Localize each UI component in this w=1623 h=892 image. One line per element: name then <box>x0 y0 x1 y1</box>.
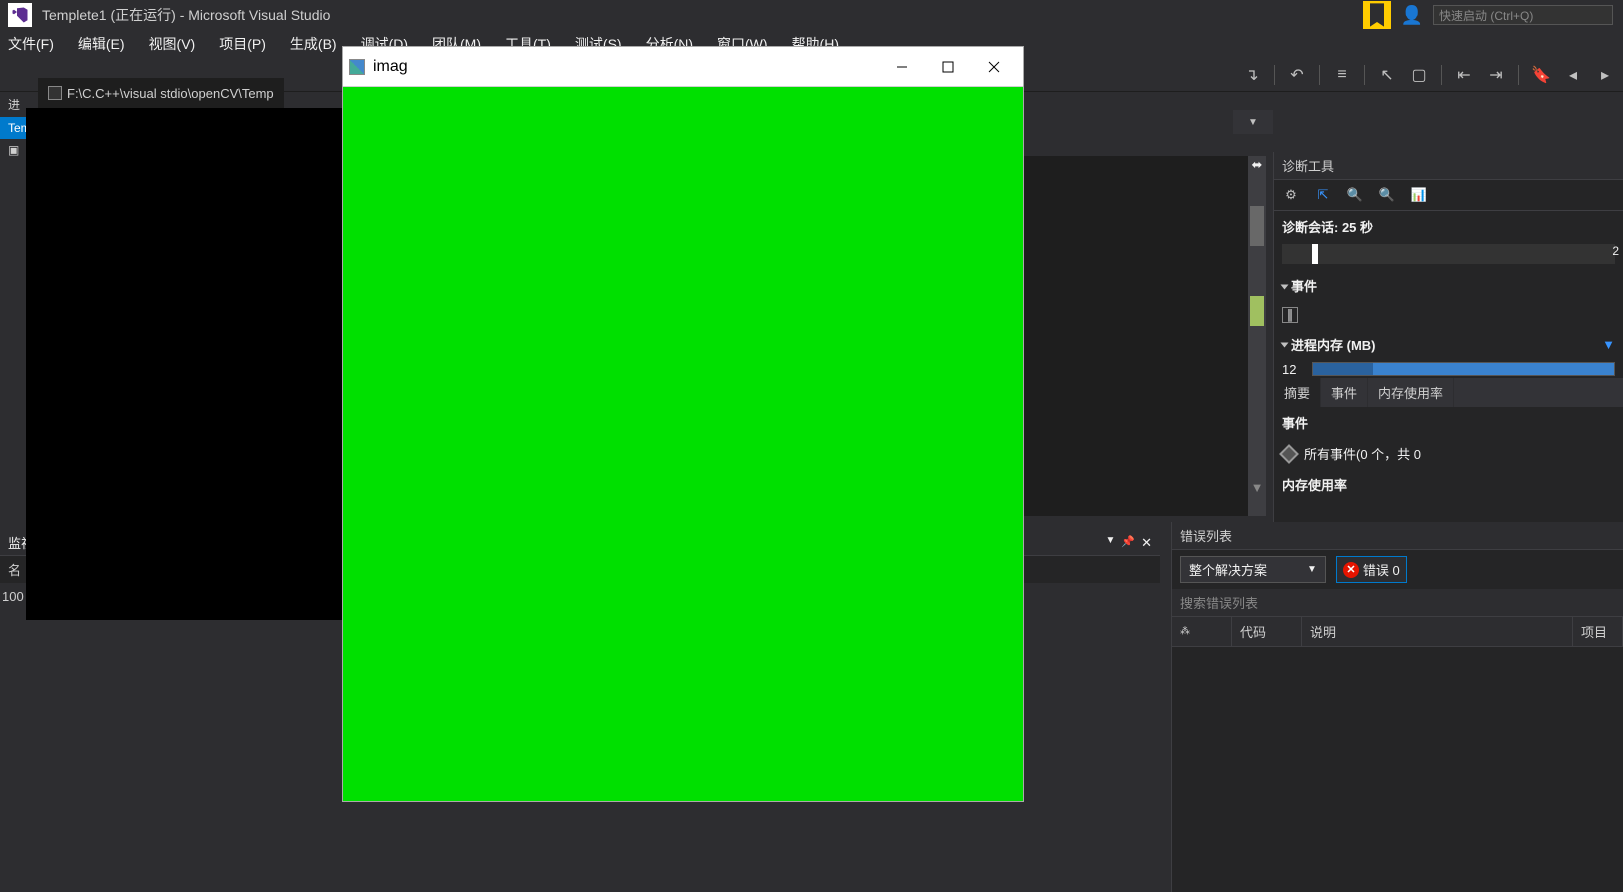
expand-icon <box>1281 342 1289 347</box>
window-title: Templete1 (正在运行) - Microsoft Visual Stud… <box>42 5 330 25</box>
diag-toolbar: ⚙ ⇱ 🔍 🔍 📊 <box>1274 180 1623 211</box>
console-path: F:\C.C++\visual stdio\openCV\Temp <box>67 86 274 101</box>
separator <box>1441 65 1442 85</box>
export-icon[interactable]: ⇱ <box>1314 186 1332 204</box>
cursor-icon[interactable]: ↖ <box>1377 65 1397 85</box>
editor-scrollbar[interactable]: ⬌ ▼ <box>1248 156 1266 516</box>
events-section[interactable]: 事件 <box>1274 270 1623 301</box>
bookmark-next-icon[interactable]: ▸ <box>1595 65 1615 85</box>
zoom-in-icon[interactable]: 🔍 <box>1346 186 1364 204</box>
menu-file[interactable]: 文件(F) <box>8 34 54 54</box>
error-toolbar: 整个解决方案 ▼ ✕ 错误 0 <box>1172 550 1623 589</box>
console-tab-bar: F:\C.C++\visual stdio\openCV\Temp <box>38 78 284 108</box>
close-icon[interactable]: ✕ <box>1141 535 1152 551</box>
col-project[interactable]: 项目 <box>1573 617 1623 646</box>
tab-events[interactable]: 事件 <box>1321 378 1368 407</box>
mem-section[interactable]: 进程内存 (MB) ▼ <box>1274 329 1623 360</box>
stack-icon[interactable]: ≡ <box>1332 65 1352 85</box>
editor-options-dropdown[interactable]: ▼ <box>1233 110 1273 134</box>
indent-right-icon[interactable]: ⇥ <box>1486 65 1506 85</box>
diag-timeline[interactable] <box>1282 244 1615 264</box>
mem-value: 12 <box>1274 362 1304 377</box>
memory-graph[interactable] <box>1312 362 1615 376</box>
error-icon: ✕ <box>1343 562 1359 578</box>
maximize-button[interactable] <box>925 52 971 82</box>
img-titlebar[interactable]: imag <box>343 47 1023 87</box>
dropdown-icon[interactable]: ▼ <box>1105 535 1115 551</box>
quick-launch-input[interactable]: 快速启动 (Ctrl+Q) <box>1433 5 1613 25</box>
chart-icon[interactable]: 📊 <box>1410 186 1428 204</box>
bookmark-prev-icon[interactable]: ◂ <box>1563 65 1583 85</box>
zoom-out-icon[interactable]: 🔍 <box>1378 186 1396 204</box>
image-canvas <box>343 87 1023 801</box>
col-code[interactable]: 代码 <box>1232 617 1302 646</box>
diag-title: 诊断工具 <box>1274 152 1623 180</box>
error-columns: ⁂ 代码 说明 项目 <box>1172 616 1623 647</box>
diag-session: 诊断会话: 25 秒 <box>1274 211 1623 242</box>
close-button[interactable] <box>971 52 1017 82</box>
tab-memory[interactable]: 内存使用率 <box>1368 378 1454 407</box>
menu-build[interactable]: 生成(B) <box>290 34 337 54</box>
separator <box>1319 65 1320 85</box>
error-search-input[interactable]: 搜索错误列表 <box>1172 589 1623 616</box>
mem-arrow-icon: ▼ <box>1602 337 1615 352</box>
scroll-marker <box>1250 296 1264 326</box>
minimize-button[interactable] <box>879 52 925 82</box>
error-list-title: 错误列表 <box>1172 522 1623 550</box>
scroll-thumb[interactable] <box>1250 206 1264 246</box>
tab-summary[interactable]: 摘要 <box>1274 378 1321 407</box>
step-into-icon[interactable]: ↴ <box>1242 65 1262 85</box>
vs-logo-icon <box>8 3 32 27</box>
col-icon[interactable]: ⁂ <box>1172 617 1232 646</box>
app-icon <box>349 59 365 75</box>
all-events-row[interactable]: 所有事件(0 个，共 0 <box>1274 438 1623 469</box>
pin-icon[interactable]: 📌 <box>1121 535 1135 551</box>
timeline-marker <box>1312 244 1318 264</box>
title-bar: Templete1 (正在运行) - Microsoft Visual Stud… <box>0 0 1623 30</box>
menu-edit[interactable]: 编辑(E) <box>78 34 125 54</box>
events-pause: ∥ <box>1274 301 1623 329</box>
diamond-icon <box>1279 444 1299 464</box>
diag-tabs: 摘要 事件 内存使用率 <box>1274 378 1623 407</box>
separator <box>1518 65 1519 85</box>
notification-flag-icon[interactable] <box>1363 1 1391 29</box>
col-desc[interactable]: 说明 <box>1302 617 1573 646</box>
undo-icon[interactable]: ↶ <box>1287 65 1307 85</box>
console-icon <box>48 86 62 100</box>
error-list-panel: 错误列表 整个解决方案 ▼ ✕ 错误 0 搜索错误列表 ⁂ 代码 说明 项目 <box>1171 522 1623 892</box>
pause-icon[interactable]: ∥ <box>1282 307 1298 323</box>
user-icon[interactable]: 👤 <box>1401 5 1423 26</box>
console-output[interactable] <box>26 108 346 620</box>
img-window-title: imag <box>373 58 408 76</box>
zoom-percent: 100 <box>2 589 24 604</box>
gear-icon[interactable]: ⚙ <box>1282 186 1300 204</box>
menu-view[interactable]: 视图(V) <box>149 34 196 54</box>
separator <box>1274 65 1275 85</box>
bookmark-icon[interactable]: 🔖 <box>1531 65 1551 85</box>
error-count-badge[interactable]: ✕ 错误 0 <box>1336 556 1407 583</box>
diagnostics-panel: 诊断工具 ⚙ ⇱ 🔍 🔍 📊 诊断会话: 25 秒 2 事件 ∥ 进程内存 (M… <box>1273 152 1623 522</box>
indent-left-icon[interactable]: ⇤ <box>1454 65 1474 85</box>
box-icon[interactable]: ▢ <box>1409 65 1429 85</box>
menu-project[interactable]: 项目(P) <box>219 34 266 54</box>
console-tab[interactable]: F:\C.C++\visual stdio\openCV\Temp <box>38 81 284 106</box>
scope-dropdown[interactable]: 整个解决方案 ▼ <box>1180 556 1326 583</box>
expand-icon <box>1281 285 1289 290</box>
timeline-end: 2 <box>1612 244 1619 258</box>
col-name: 名 <box>8 560 21 579</box>
mem-usage-header: 内存使用率 <box>1274 469 1623 500</box>
opencv-image-window[interactable]: imag <box>342 46 1024 802</box>
separator <box>1364 65 1365 85</box>
events-header: 事件 <box>1274 407 1623 438</box>
